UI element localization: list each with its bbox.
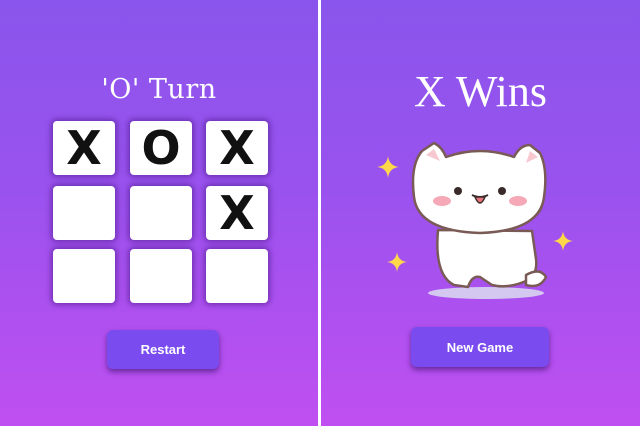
restart-button[interactable]: Restart xyxy=(107,330,219,369)
board-cell[interactable]: X xyxy=(206,186,268,240)
result-screen: X Wins New Game xyxy=(321,0,640,426)
board-cell[interactable] xyxy=(53,186,115,240)
board-cell[interactable]: X xyxy=(206,121,268,175)
tic-tac-toe-board: X O X X xyxy=(53,121,272,305)
sparkle-icon xyxy=(377,156,399,178)
board-cell[interactable] xyxy=(130,249,192,303)
game-board-screen: 'O' Turn X O X X Restart xyxy=(0,0,318,426)
turn-indicator: 'O' Turn xyxy=(101,74,217,105)
board-cell[interactable] xyxy=(130,186,192,240)
board-cell[interactable] xyxy=(206,249,268,303)
board-cell[interactable] xyxy=(53,249,115,303)
sparkle-icon xyxy=(387,252,407,272)
sparkle-icon xyxy=(553,231,573,251)
new-game-button[interactable]: New Game xyxy=(411,327,549,367)
board-cell[interactable]: X xyxy=(53,121,115,175)
happy-cat-icon xyxy=(411,141,548,299)
winner-title: X Wins xyxy=(413,67,548,116)
game-screens: 'O' Turn X O X X Restart X Wins New Game xyxy=(0,0,640,426)
board-cell[interactable]: O xyxy=(130,121,192,175)
